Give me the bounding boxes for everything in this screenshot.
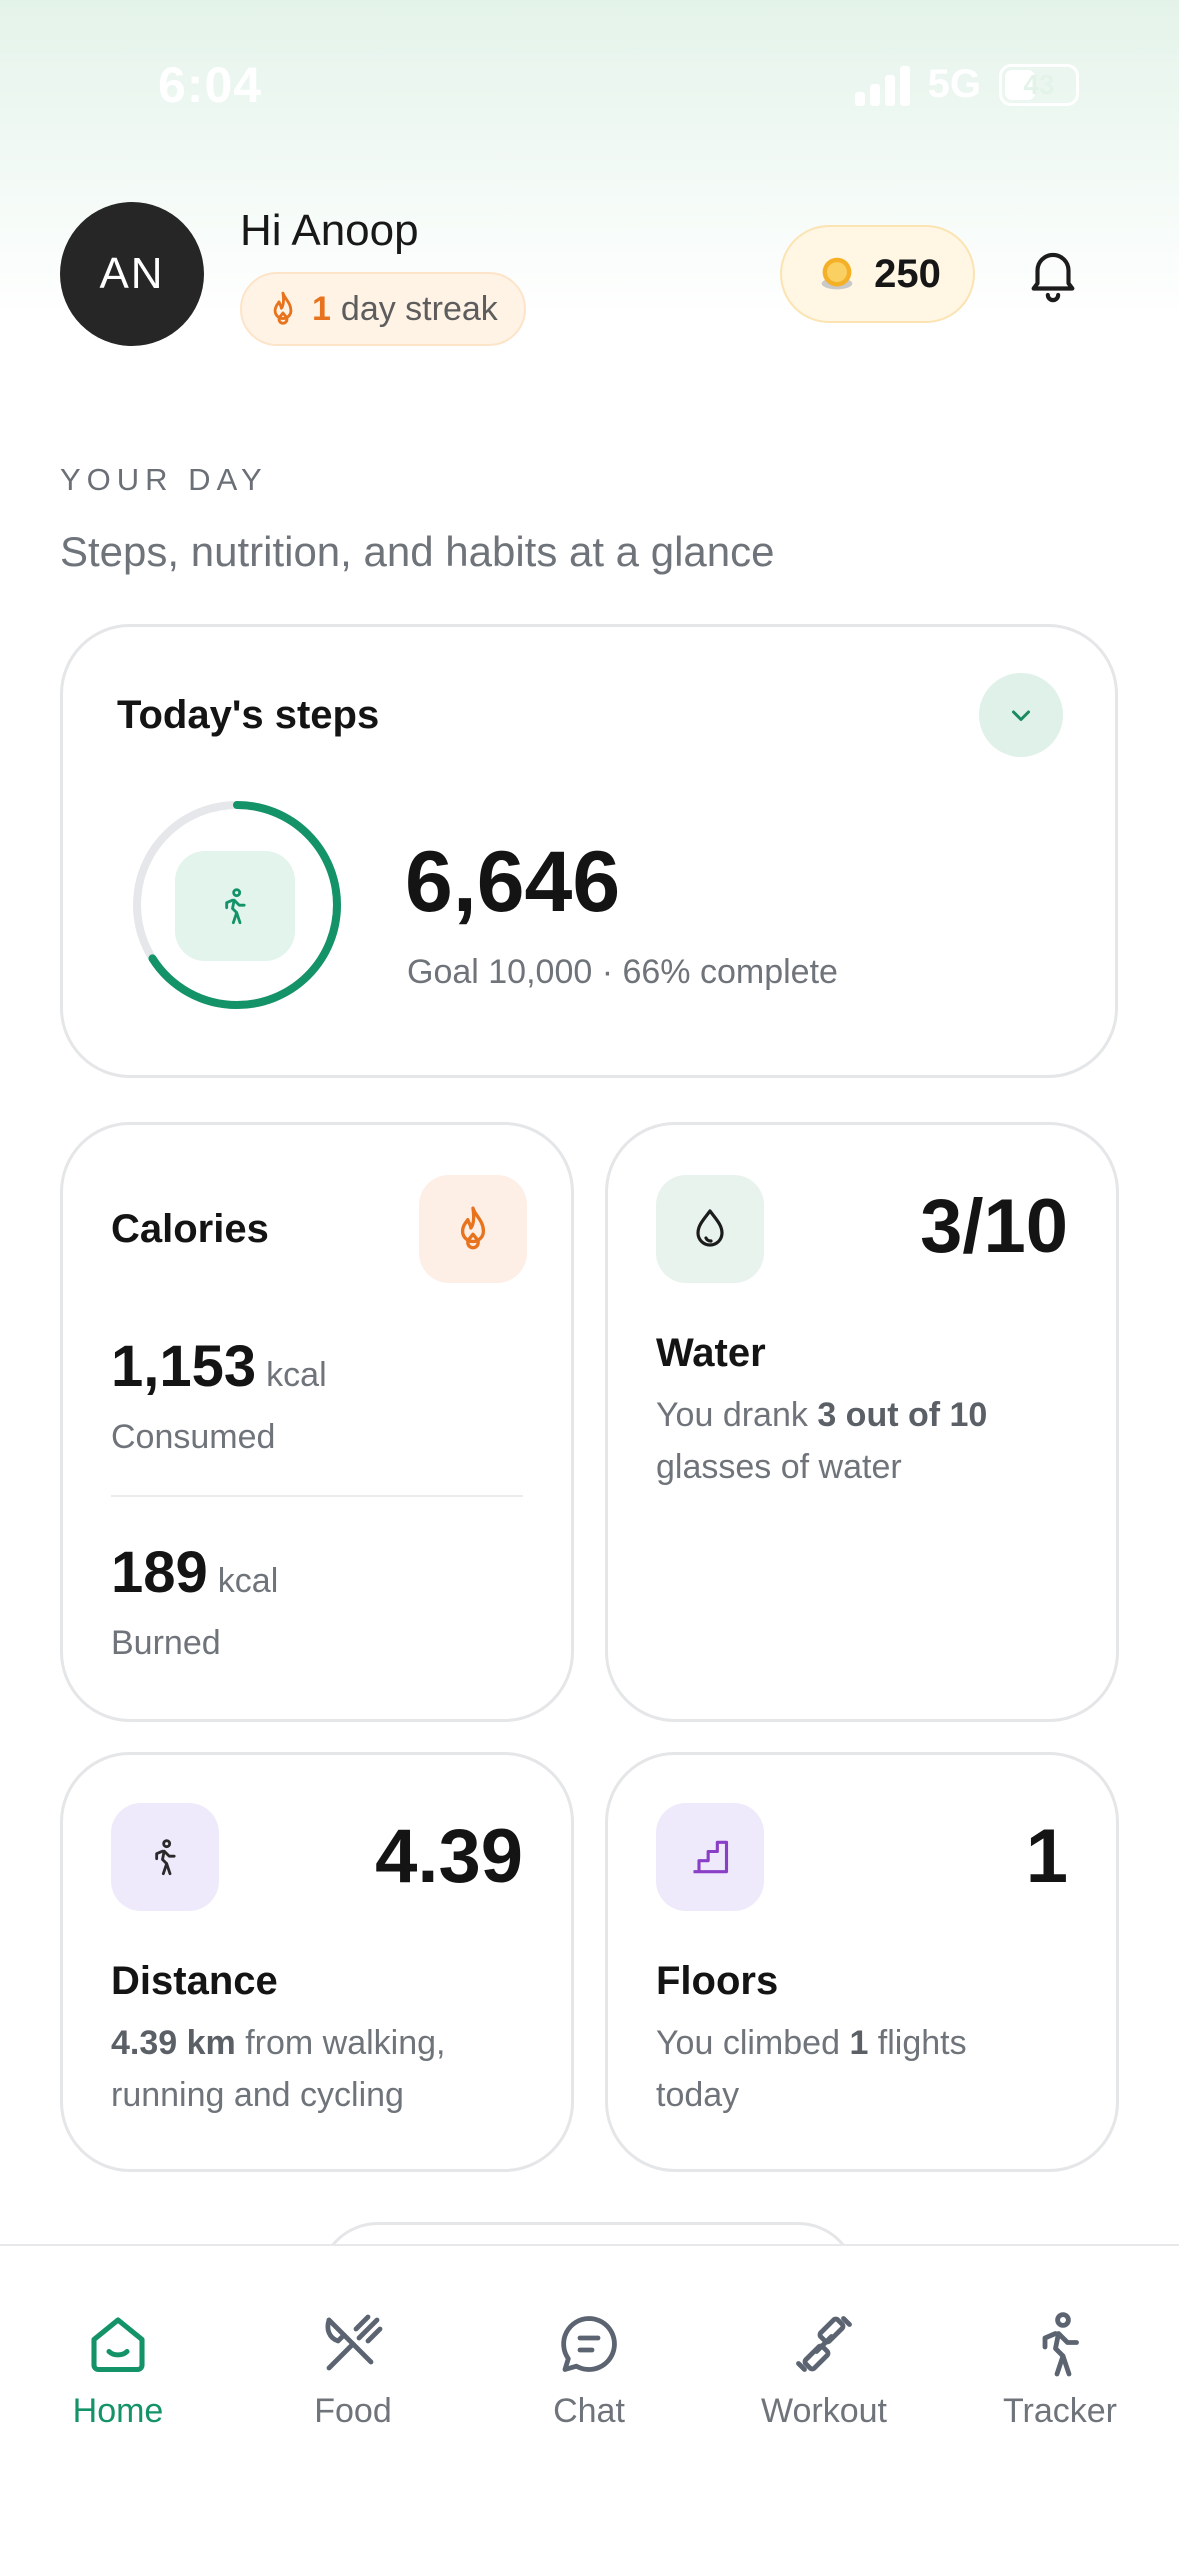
tab-tracker[interactable]: Tracker	[960, 2308, 1160, 2431]
consumed-unit: kcal	[266, 1356, 327, 1394]
battery-icon: 43	[999, 63, 1079, 106]
battery-level: 43	[1023, 68, 1055, 100]
walking-icon	[155, 1839, 176, 1876]
tab-workout[interactable]: Workout	[724, 2308, 924, 2431]
streak-count: 1	[312, 289, 331, 328]
water-desc-prefix: You drank	[656, 1396, 818, 1434]
steps-expand-button[interactable]	[979, 673, 1063, 757]
tab-home-label: Home	[72, 2392, 164, 2430]
coins-count: 250	[874, 251, 941, 296]
floors-title: Floors	[656, 1959, 779, 2003]
steps-title: Today's steps	[117, 693, 380, 737]
tab-food-label: Food	[314, 2392, 392, 2430]
water-desc-bold: 3 out of 10	[817, 1396, 988, 1434]
distance-description: 4.39 km from walking, running and cyclin…	[111, 2017, 541, 2121]
tab-chat-label: Chat	[553, 2392, 625, 2430]
calories-icon-tile	[419, 1175, 527, 1283]
distance-desc-bold: 4.39 km	[111, 2024, 236, 2062]
floors-desc-bold: 1	[849, 2024, 869, 2062]
calories-consumed-value: 1,153 kcal	[111, 1333, 327, 1400]
water-icon-tile	[656, 1175, 764, 1283]
walking-icon	[1042, 2312, 1079, 2377]
chevron-down-icon	[1012, 710, 1030, 721]
steps-icon-tile	[175, 851, 295, 961]
status-indicators: 5G 43	[854, 62, 1079, 107]
tab-chat[interactable]: Chat	[489, 2308, 689, 2431]
distance-card[interactable]: 4.39 Distance 4.39 km from walking, runn…	[60, 1752, 574, 2172]
tab-tracker-label: Tracker	[1003, 2392, 1117, 2430]
flame-icon	[460, 1206, 486, 1250]
water-desc-suffix: glasses of water	[656, 1448, 902, 1486]
dumbbell-icon	[796, 2316, 852, 2372]
status-time: 6:04	[158, 57, 263, 113]
consumed-number: 1,153	[111, 1334, 257, 1399]
calories-burned-value: 189 kcal	[111, 1539, 278, 1606]
burned-number: 189	[111, 1540, 208, 1605]
tab-food[interactable]: Food	[253, 2308, 453, 2431]
flame-icon	[273, 291, 293, 325]
tab-home[interactable]: Home	[18, 2308, 218, 2431]
signal-icon	[854, 64, 910, 106]
avatar[interactable]: AN	[60, 202, 204, 346]
coin-icon	[821, 257, 853, 290]
floors-description: You climbed 1 flights today	[656, 2017, 1056, 2121]
water-title: Water	[656, 1331, 766, 1375]
floors-value: 1	[1025, 1814, 1068, 1899]
floors-icon-tile	[656, 1803, 764, 1911]
calories-burned-label: Burned	[111, 1624, 221, 1662]
steps-card[interactable]: Today's steps 6,646 Goal 10,000 · 66% co…	[60, 624, 1118, 1078]
distance-icon-tile	[111, 1803, 219, 1911]
network-label: 5G	[927, 62, 981, 106]
bottom-tab-bar: Home Food Chat Workout Tracker	[0, 2244, 1179, 2556]
floors-desc-prefix: You climbed	[656, 2024, 850, 2062]
home-icon	[91, 2317, 145, 2373]
water-drop-icon	[696, 1209, 724, 1247]
steps-value: 6,646	[405, 834, 621, 930]
calories-title: Calories	[111, 1207, 269, 1251]
calories-card[interactable]: Calories 1,153 kcal Consumed 189 kcal Burn…	[60, 1122, 574, 1722]
calories-divider	[111, 1495, 523, 1497]
floors-card[interactable]: 1 Floors You climbed 1 flights today	[605, 1752, 1119, 2172]
section-label: YOUR DAY	[60, 462, 268, 497]
tab-workout-label: Workout	[761, 2392, 887, 2430]
water-card[interactable]: 3/10 Water You drank 3 out of 10 glasses…	[605, 1122, 1119, 1722]
steps-goal: Goal 10,000 · 66% complete	[407, 953, 838, 991]
burned-unit: kcal	[217, 1562, 279, 1600]
fork-knife-icon	[325, 2314, 383, 2371]
bell-icon[interactable]	[1022, 242, 1084, 304]
water-value: 3/10	[920, 1184, 1068, 1269]
stairs-icon	[693, 1840, 729, 1874]
water-description: You drank 3 out of 10 glasses of water	[656, 1389, 1076, 1493]
walking-icon	[225, 888, 246, 925]
greeting: Hi Anoop	[240, 206, 419, 255]
streak-label: day streak	[340, 289, 498, 328]
streak-badge[interactable]: 1 day streak	[240, 272, 526, 346]
distance-title: Distance	[111, 1959, 278, 2003]
chat-icon	[561, 2316, 617, 2372]
distance-value: 4.39	[375, 1814, 523, 1899]
calories-consumed-label: Consumed	[111, 1418, 276, 1456]
section-subtitle: Steps, nutrition, and habits at a glance	[60, 528, 775, 575]
status-bar: 6:04 5G 43	[0, 0, 1179, 175]
coins-badge[interactable]: 250	[780, 225, 975, 323]
